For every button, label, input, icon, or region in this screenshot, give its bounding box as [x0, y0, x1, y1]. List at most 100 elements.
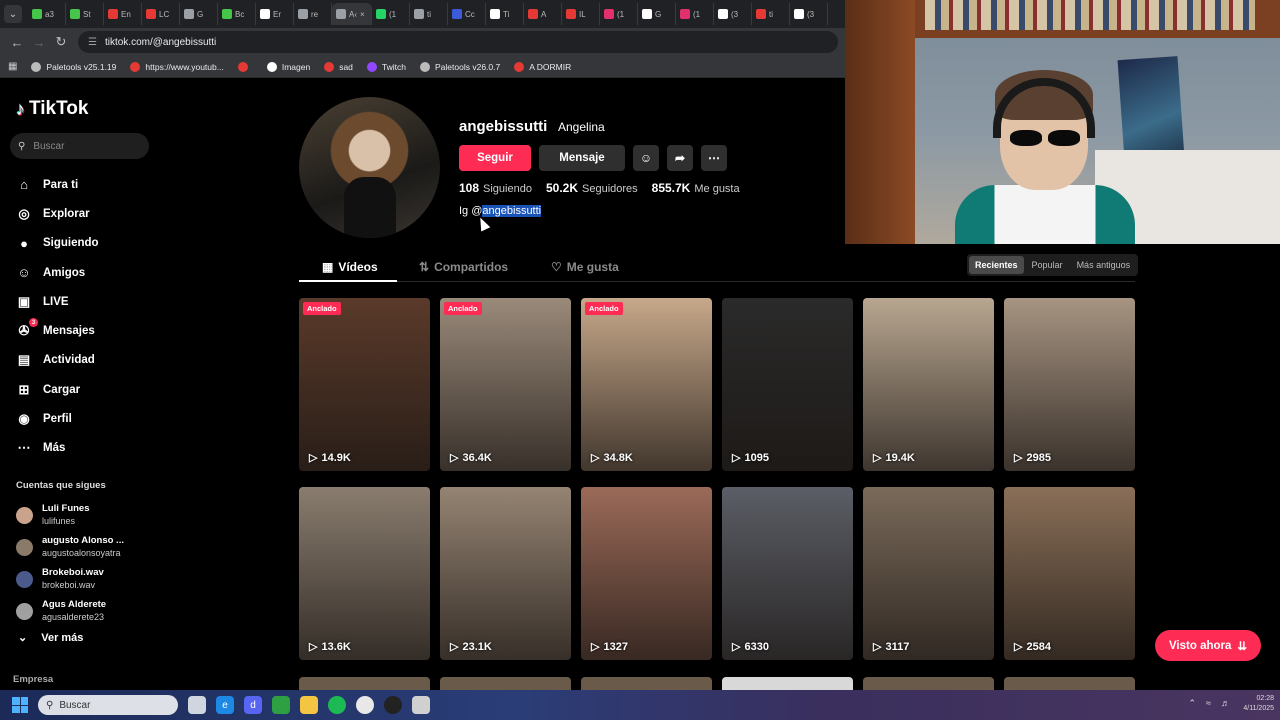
- forward-icon[interactable]: →: [28, 31, 50, 53]
- chrome-icon[interactable]: [356, 696, 374, 714]
- video-card[interactable]: ▷ 13.6K: [299, 487, 430, 660]
- video-card[interactable]: ▷ 1095: [722, 298, 853, 471]
- tab-liked[interactable]: ♡ Me gusta: [551, 260, 619, 274]
- followed-account[interactable]: Brokeboi.wav brokeboi.wav: [16, 563, 176, 595]
- site-info-icon[interactable]: ☰: [88, 37, 97, 48]
- browser-tab[interactable]: (1: [372, 3, 410, 25]
- browser-tab[interactable]: (1: [600, 3, 638, 25]
- browser-tab[interactable]: re: [294, 3, 332, 25]
- profile-stat[interactable]: 50.2K Seguidores: [546, 181, 638, 195]
- browser-tab[interactable]: St: [66, 3, 104, 25]
- search-input[interactable]: ⚲ Buscar: [10, 133, 149, 159]
- message-button[interactable]: Mensaje: [539, 145, 625, 171]
- snipping-tool-icon[interactable]: [412, 696, 430, 714]
- watch-now-button[interactable]: Visto ahora ⇊: [1155, 630, 1261, 661]
- sort-oldest[interactable]: Más antiguos: [1071, 256, 1137, 274]
- browser-tab[interactable]: ti: [410, 3, 448, 25]
- back-icon[interactable]: ←: [6, 31, 28, 53]
- discord-icon[interactable]: d: [244, 696, 262, 714]
- video-card[interactable]: Anclado ▷ 14.9K: [299, 298, 430, 471]
- followed-account[interactable]: Luli Funes lulifunes: [16, 499, 176, 531]
- tab-search-icon[interactable]: ⌄: [4, 5, 22, 23]
- add-friend-icon[interactable]: ☺: [633, 145, 659, 171]
- app-icon[interactable]: [272, 696, 290, 714]
- task-view-icon[interactable]: [188, 696, 206, 714]
- browser-tab[interactable]: Er: [256, 3, 294, 25]
- browser-tab[interactable]: IL: [562, 3, 600, 25]
- sidebar-item-10[interactable]: ⋯ Más: [16, 434, 176, 463]
- video-card[interactable]: ▷ 1327: [581, 487, 712, 660]
- sidebar-item-5[interactable]: ▣ LIVE: [16, 287, 176, 316]
- share-icon[interactable]: ➦: [667, 145, 693, 171]
- video-card[interactable]: ▷ 2985: [1004, 298, 1135, 471]
- video-card[interactable]: ▷ 2584: [1004, 487, 1135, 660]
- wifi-icon[interactable]: ≈: [1206, 698, 1211, 709]
- bio-mention-link[interactable]: angebissutti: [482, 205, 542, 217]
- tiktok-logo[interactable]: ♪ TikTok: [16, 98, 88, 120]
- edge-icon[interactable]: e: [216, 696, 234, 714]
- bookmark[interactable]: Imagen: [266, 61, 310, 72]
- browser-tab[interactable]: (3: [790, 3, 828, 25]
- file-explorer-icon[interactable]: [300, 696, 318, 714]
- sidebar-item-4[interactable]: ☺ Amigos: [16, 258, 176, 287]
- browser-tab[interactable]: Cc: [448, 3, 486, 25]
- video-card[interactable]: Anclado ▷ 34.8K: [581, 298, 712, 471]
- obs-icon[interactable]: [384, 696, 402, 714]
- sidebar-item-7[interactable]: ▤ Actividad: [16, 346, 176, 375]
- sort-popular[interactable]: Popular: [1026, 256, 1069, 274]
- bookmark[interactable]: sad: [324, 61, 353, 72]
- see-more-button[interactable]: ⌄ Ver más: [18, 631, 83, 645]
- browser-tab[interactable]: ti: [752, 3, 790, 25]
- browser-tab[interactable]: En: [104, 3, 142, 25]
- browser-tab[interactable]: (3: [714, 3, 752, 25]
- profile-stat[interactable]: 855.7K Me gusta: [652, 181, 740, 195]
- video-card[interactable]: [299, 677, 430, 690]
- sidebar-item-3[interactable]: ● Siguiendo: [16, 229, 176, 258]
- browser-tab[interactable]: LC: [142, 3, 180, 25]
- chevron-up-icon[interactable]: ⌃: [1189, 698, 1197, 709]
- browser-tab[interactable]: G: [638, 3, 676, 25]
- video-card[interactable]: [1004, 677, 1135, 690]
- browser-tab[interactable]: A: [524, 3, 562, 25]
- reload-icon[interactable]: ↻: [50, 31, 72, 53]
- profile-avatar[interactable]: [299, 97, 440, 238]
- followed-account[interactable]: Agus Alderete agusalderete23: [16, 595, 176, 627]
- bookmark[interactable]: Paletools v25.1.19: [31, 61, 116, 72]
- video-card[interactable]: [440, 677, 571, 690]
- sidebar-item-1[interactable]: ⌂ Para ti: [16, 170, 176, 199]
- volume-icon[interactable]: ♬: [1221, 698, 1230, 709]
- bookmark[interactable]: Paletools v26.0.7: [420, 61, 500, 72]
- spotify-icon[interactable]: [328, 696, 346, 714]
- close-tab-icon[interactable]: ×: [360, 10, 365, 19]
- bookmark[interactable]: Twitch: [366, 61, 406, 72]
- bookmark[interactable]: A DORMIR: [514, 61, 571, 72]
- browser-tab[interactable]: Ti: [486, 3, 524, 25]
- sidebar-item-6[interactable]: ✇ 3 Mensajes: [16, 316, 176, 345]
- more-options-icon[interactable]: ⋯: [701, 145, 727, 171]
- browser-tab[interactable]: (1: [676, 3, 714, 25]
- browser-tab[interactable]: a3: [28, 3, 66, 25]
- video-card[interactable]: ▷ 23.1K: [440, 487, 571, 660]
- video-card[interactable]: [722, 677, 853, 690]
- url-field[interactable]: ☰ tiktok.com/@angebissutti: [78, 31, 838, 53]
- video-card[interactable]: ▷ 6330: [722, 487, 853, 660]
- followed-account[interactable]: augusto Alonso ... augustoalonsoyatra: [16, 531, 176, 563]
- profile-stat[interactable]: 108 Siguiendo: [459, 181, 532, 195]
- bookmark[interactable]: https://www.youtub...: [130, 61, 224, 72]
- video-card[interactable]: Anclado ▷ 36.4K: [440, 298, 571, 471]
- sidebar-item-2[interactable]: ◎ Explorar: [16, 199, 176, 228]
- browser-tab[interactable]: A‹ ×: [332, 3, 372, 25]
- browser-tab[interactable]: Bc: [218, 3, 256, 25]
- video-card[interactable]: [581, 677, 712, 690]
- sidebar-item-8[interactable]: ⊞ Cargar: [16, 375, 176, 404]
- video-card[interactable]: ▷ 3117: [863, 487, 994, 660]
- taskbar-search[interactable]: ⚲ Buscar: [38, 695, 178, 715]
- follow-button[interactable]: Seguir: [459, 145, 531, 171]
- bookmark[interactable]: [237, 61, 253, 72]
- sidebar-item-9[interactable]: ◉ Perfil: [16, 404, 176, 433]
- tab-shared[interactable]: ⇅ Compartidos: [419, 260, 508, 274]
- clock[interactable]: 02:28 4/11/2025: [1243, 694, 1274, 714]
- sort-recent[interactable]: Recientes: [969, 256, 1024, 274]
- tab-videos[interactable]: ▦ Vídeos: [322, 260, 378, 274]
- footer-link[interactable]: Empresa: [13, 674, 53, 685]
